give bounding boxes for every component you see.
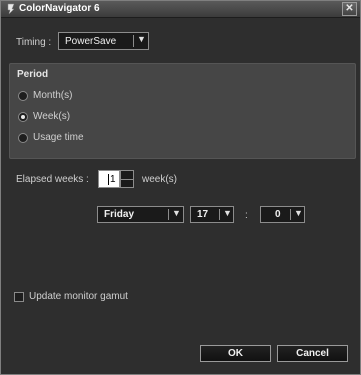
colornavigator-dialog: ColorNavigator 6 ✕ Timing : PowerSave ▼ … [0,0,361,375]
day-dropdown[interactable]: Friday ▼ [97,206,184,223]
chevron-down-icon[interactable]: ▼ [223,208,232,218]
cancel-button[interactable]: Cancel [277,345,348,362]
radio-dot-icon [21,115,25,119]
time-separator: : [245,210,248,221]
day-value: Friday [104,209,135,220]
chevron-down-icon[interactable]: ▼ [172,208,181,218]
elapsed-weeks-unit: week(s) [142,174,178,185]
timing-label: Timing : [16,37,52,48]
dropdown-separator [133,35,134,47]
dropdown-separator [168,209,169,220]
timing-value: PowerSave [65,36,117,47]
hour-dropdown[interactable]: 17 ▼ [190,206,234,223]
dropdown-separator [290,209,291,220]
update-gamut-label: Update monitor gamut [29,291,128,302]
period-title: Period [17,69,49,80]
radio-button[interactable] [18,133,28,143]
chevron-down-icon[interactable]: ▼ [137,34,146,44]
radio-button[interactable] [18,91,28,101]
window-title: ColorNavigator 6 [19,3,100,14]
ok-button[interactable]: OK [200,345,271,362]
timing-dropdown[interactable]: PowerSave ▼ [58,32,149,50]
elapsed-weeks-spinner[interactable] [120,170,134,188]
radio-label: Usage time [33,132,84,143]
hour-value: 17 [197,209,209,220]
title-bar[interactable]: ColorNavigator 6 ✕ [1,1,360,18]
close-icon[interactable]: ✕ [342,2,357,16]
radio-label: Month(s) [33,90,73,101]
elapsed-weeks-input[interactable]: 1 [98,170,120,188]
text-caret [108,174,109,185]
dropdown-separator [219,209,220,220]
radio-button-selected[interactable] [18,112,28,122]
chevron-down-icon[interactable]: ▼ [294,208,303,218]
period-panel: Period Month(s) Week(s) Usage time [9,63,356,159]
elapsed-weeks-value: 1 [110,174,116,185]
elapsed-weeks-label: Elapsed weeks : [16,174,89,185]
colornavigator-app-icon [7,3,15,15]
minute-dropdown[interactable]: 0 ▼ [260,206,305,223]
minute-value: 0 [275,209,281,220]
update-gamut-checkbox[interactable] [14,292,24,302]
radio-label: Week(s) [33,111,71,122]
spinner-divider [121,179,133,180]
